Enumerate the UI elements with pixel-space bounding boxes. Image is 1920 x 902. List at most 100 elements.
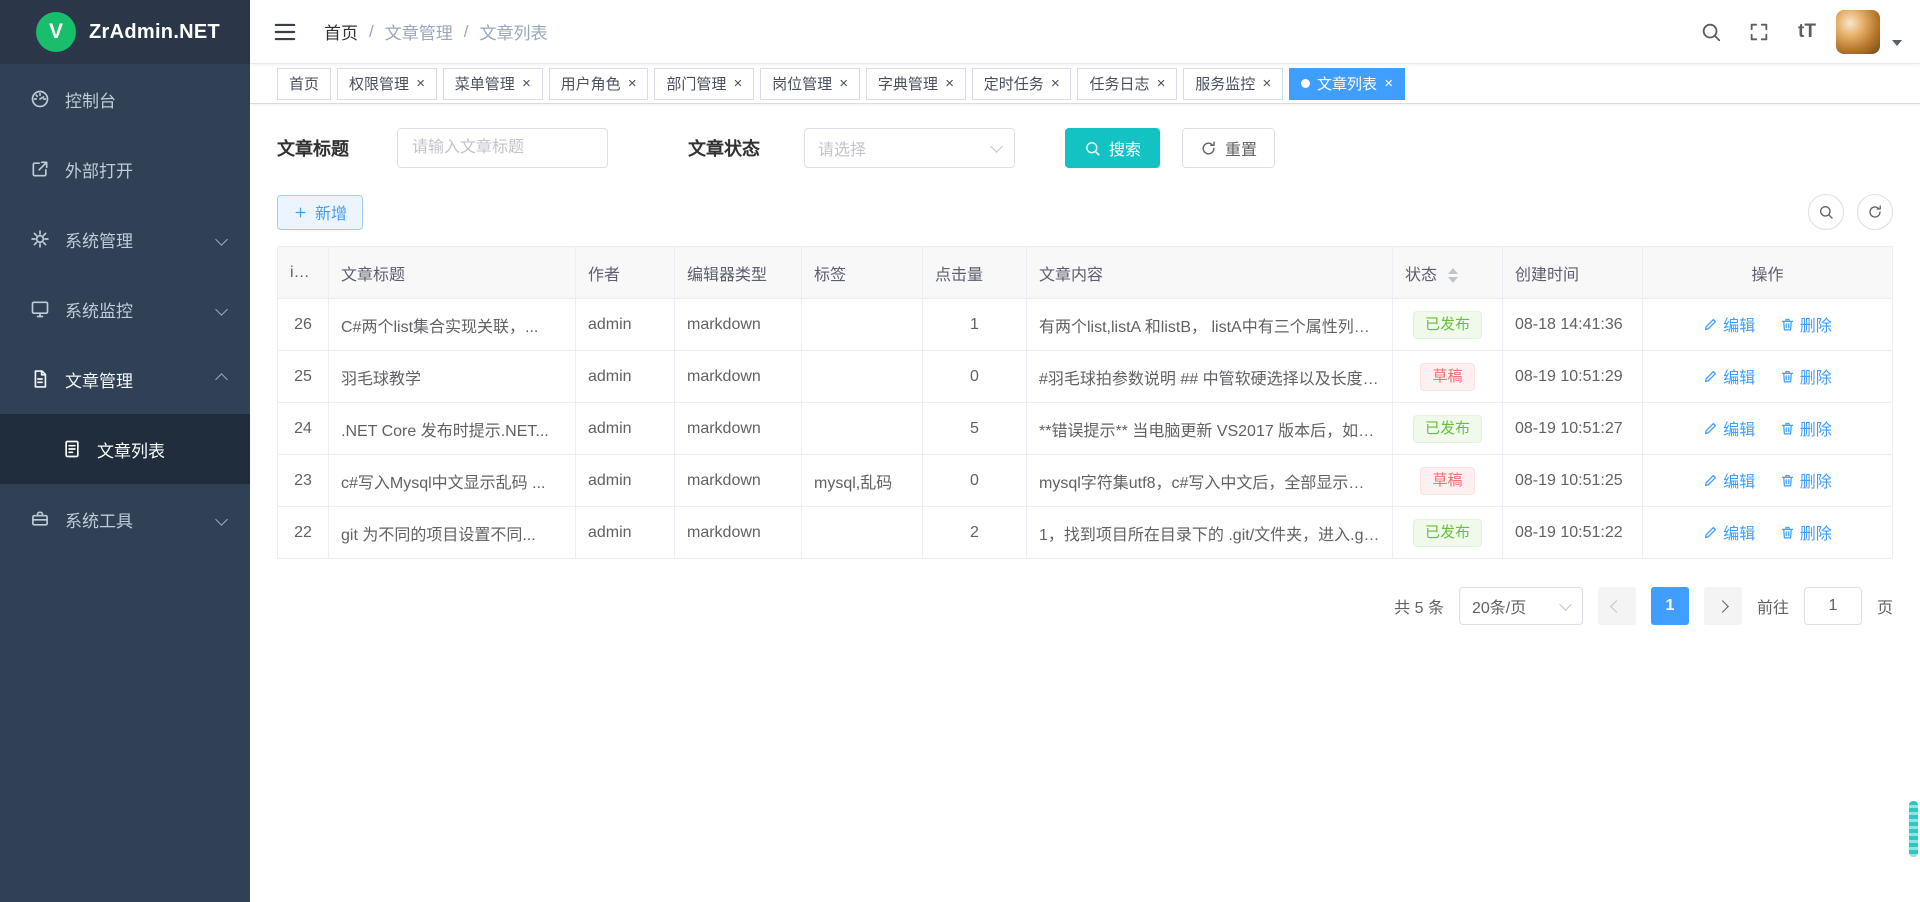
refresh-table-button[interactable] (1857, 194, 1893, 230)
tab[interactable]: 定时任务 (972, 68, 1072, 100)
tab-label: 任务日志 (1089, 73, 1149, 94)
refresh-icon (1867, 204, 1883, 220)
breadcrumb-item[interactable]: 文章管理 (385, 19, 453, 44)
toggle-search-button[interactable] (1808, 194, 1844, 230)
sidebar: V ZrAdmin.NET 控制台 外部打开 系统管理 (0, 0, 250, 902)
edit-link[interactable]: 编辑 (1703, 468, 1755, 492)
prev-page-button[interactable] (1598, 587, 1636, 625)
edit-icon (1703, 473, 1718, 488)
scrollbar-thumb[interactable] (1909, 801, 1918, 857)
tab[interactable]: 任务日志 (1077, 68, 1177, 100)
delete-link[interactable]: 删除 (1780, 520, 1832, 544)
font-size-icon[interactable]: tT (1788, 13, 1826, 51)
cell-created-time: 08-19 10:51:22 (1503, 507, 1643, 559)
close-icon[interactable] (1384, 76, 1393, 91)
article-title-input[interactable] (397, 128, 608, 168)
chevron-down-icon[interactable] (1892, 40, 1902, 46)
sidebar-item[interactable]: 系统管理 (0, 204, 250, 274)
sort-icon[interactable] (314, 265, 324, 280)
column-header[interactable]: id (278, 247, 329, 299)
table-row: 25 羽毛球教学 admin markdown 0 #羽毛球拍参数说明 ## 中… (278, 351, 1893, 403)
close-icon[interactable] (1262, 76, 1271, 91)
sidebar-item[interactable]: 系统监控 (0, 274, 250, 344)
column-header[interactable]: 标签 (802, 247, 923, 299)
edit-link[interactable]: 编辑 (1703, 312, 1755, 336)
cell-clicks: 0 (923, 455, 1027, 507)
avatar[interactable] (1836, 10, 1880, 54)
cell-created-time: 08-19 10:51:29 (1503, 351, 1643, 403)
sidebar-item[interactable]: 文章管理 (0, 344, 250, 414)
sidebar-toggle-icon[interactable] (272, 19, 298, 45)
sort-icon[interactable] (1448, 268, 1458, 283)
close-icon[interactable] (1157, 76, 1166, 91)
tab[interactable]: 用户角色 (549, 68, 649, 100)
close-icon[interactable] (839, 76, 848, 91)
tab-label: 岗位管理 (772, 73, 832, 94)
cell-actions: 编辑 删除 (1643, 299, 1893, 351)
edit-link[interactable]: 编辑 (1703, 416, 1755, 440)
tab-label: 权限管理 (349, 73, 409, 94)
tab[interactable]: 部门管理 (654, 68, 754, 100)
tab[interactable]: 文章列表 (1289, 68, 1405, 100)
column-header[interactable]: 编辑器类型 (675, 247, 802, 299)
delete-link[interactable]: 删除 (1780, 416, 1832, 440)
articles-table: id 文章标题 作者 (277, 246, 1893, 559)
app-logo[interactable]: V ZrAdmin.NET (0, 0, 250, 64)
active-dot-icon (1301, 79, 1310, 88)
column-header[interactable]: 文章内容 (1027, 247, 1393, 299)
add-button[interactable]: 新增 (277, 195, 363, 230)
cell-created-time: 08-18 14:41:36 (1503, 299, 1643, 351)
close-icon[interactable] (1051, 76, 1060, 91)
table-row: 24 .NET Core 发布时提示.NET... admin markdown… (278, 403, 1893, 455)
column-header[interactable]: 创建时间 (1503, 247, 1643, 299)
column-header[interactable]: 操作 (1643, 247, 1893, 299)
delete-link[interactable]: 删除 (1780, 312, 1832, 336)
cell-editor-type: markdown (675, 299, 802, 351)
cell-tags (802, 299, 923, 351)
tab[interactable]: 首页 (277, 68, 331, 100)
main-area: 首页 / 文章管理 / 文章列表 tT (250, 0, 1920, 902)
cell-content: mysql字符集utf8，c#写入中文后，全部显示成? ... (1027, 455, 1393, 507)
cell-actions: 编辑 删除 (1643, 507, 1893, 559)
column-header[interactable]: 点击量 (923, 247, 1027, 299)
sidebar-item[interactable]: 文章列表 (0, 414, 250, 484)
pagination: 共 5 条 20条/页 1 前往 页 (277, 587, 1893, 625)
tab[interactable]: 字典管理 (866, 68, 966, 100)
article-status-select[interactable]: 请选择 (804, 128, 1015, 168)
close-icon[interactable] (945, 76, 954, 91)
column-header-label: 创建时间 (1515, 267, 1579, 284)
delete-link[interactable]: 删除 (1780, 468, 1832, 492)
close-icon[interactable] (416, 76, 425, 91)
close-icon[interactable] (733, 76, 742, 91)
column-header[interactable]: 文章标题 (329, 247, 576, 299)
close-icon[interactable] (628, 76, 637, 91)
goto-page-input[interactable] (1804, 587, 1862, 625)
edit-link[interactable]: 编辑 (1703, 364, 1755, 388)
cell-actions: 编辑 删除 (1643, 351, 1893, 403)
sidebar-item[interactable]: 控制台 (0, 64, 250, 134)
delete-link[interactable]: 删除 (1780, 364, 1832, 388)
column-header[interactable]: 作者 (576, 247, 675, 299)
fullscreen-icon[interactable] (1740, 13, 1778, 51)
next-page-button[interactable] (1704, 587, 1742, 625)
breadcrumb-item[interactable]: 首页 (324, 19, 358, 44)
reset-button[interactable]: 重置 (1182, 128, 1275, 168)
breadcrumb-item[interactable]: 文章列表 (479, 19, 547, 44)
edit-link[interactable]: 编辑 (1703, 520, 1755, 544)
tab[interactable]: 服务监控 (1183, 68, 1283, 100)
sidebar-item[interactable]: 外部打开 (0, 134, 250, 204)
column-header-label: 状态 (1405, 267, 1437, 284)
column-header[interactable]: 状态 (1393, 247, 1503, 299)
search-icon[interactable] (1692, 13, 1730, 51)
top-bar: 首页 / 文章管理 / 文章列表 tT (250, 0, 1920, 64)
page-size-select[interactable]: 20条/页 (1459, 587, 1583, 625)
tab[interactable]: 菜单管理 (443, 68, 543, 100)
table-row: 26 C#两个list集合实现关联，... admin markdown 1 有… (278, 299, 1893, 351)
sidebar-item-label: 系统管理 (65, 227, 133, 252)
close-icon[interactable] (522, 76, 531, 91)
sidebar-item[interactable]: 系统工具 (0, 484, 250, 554)
search-button[interactable]: 搜索 (1065, 128, 1160, 168)
tab[interactable]: 权限管理 (337, 68, 437, 100)
tab[interactable]: 岗位管理 (760, 68, 860, 100)
page-number-button[interactable]: 1 (1651, 587, 1689, 625)
